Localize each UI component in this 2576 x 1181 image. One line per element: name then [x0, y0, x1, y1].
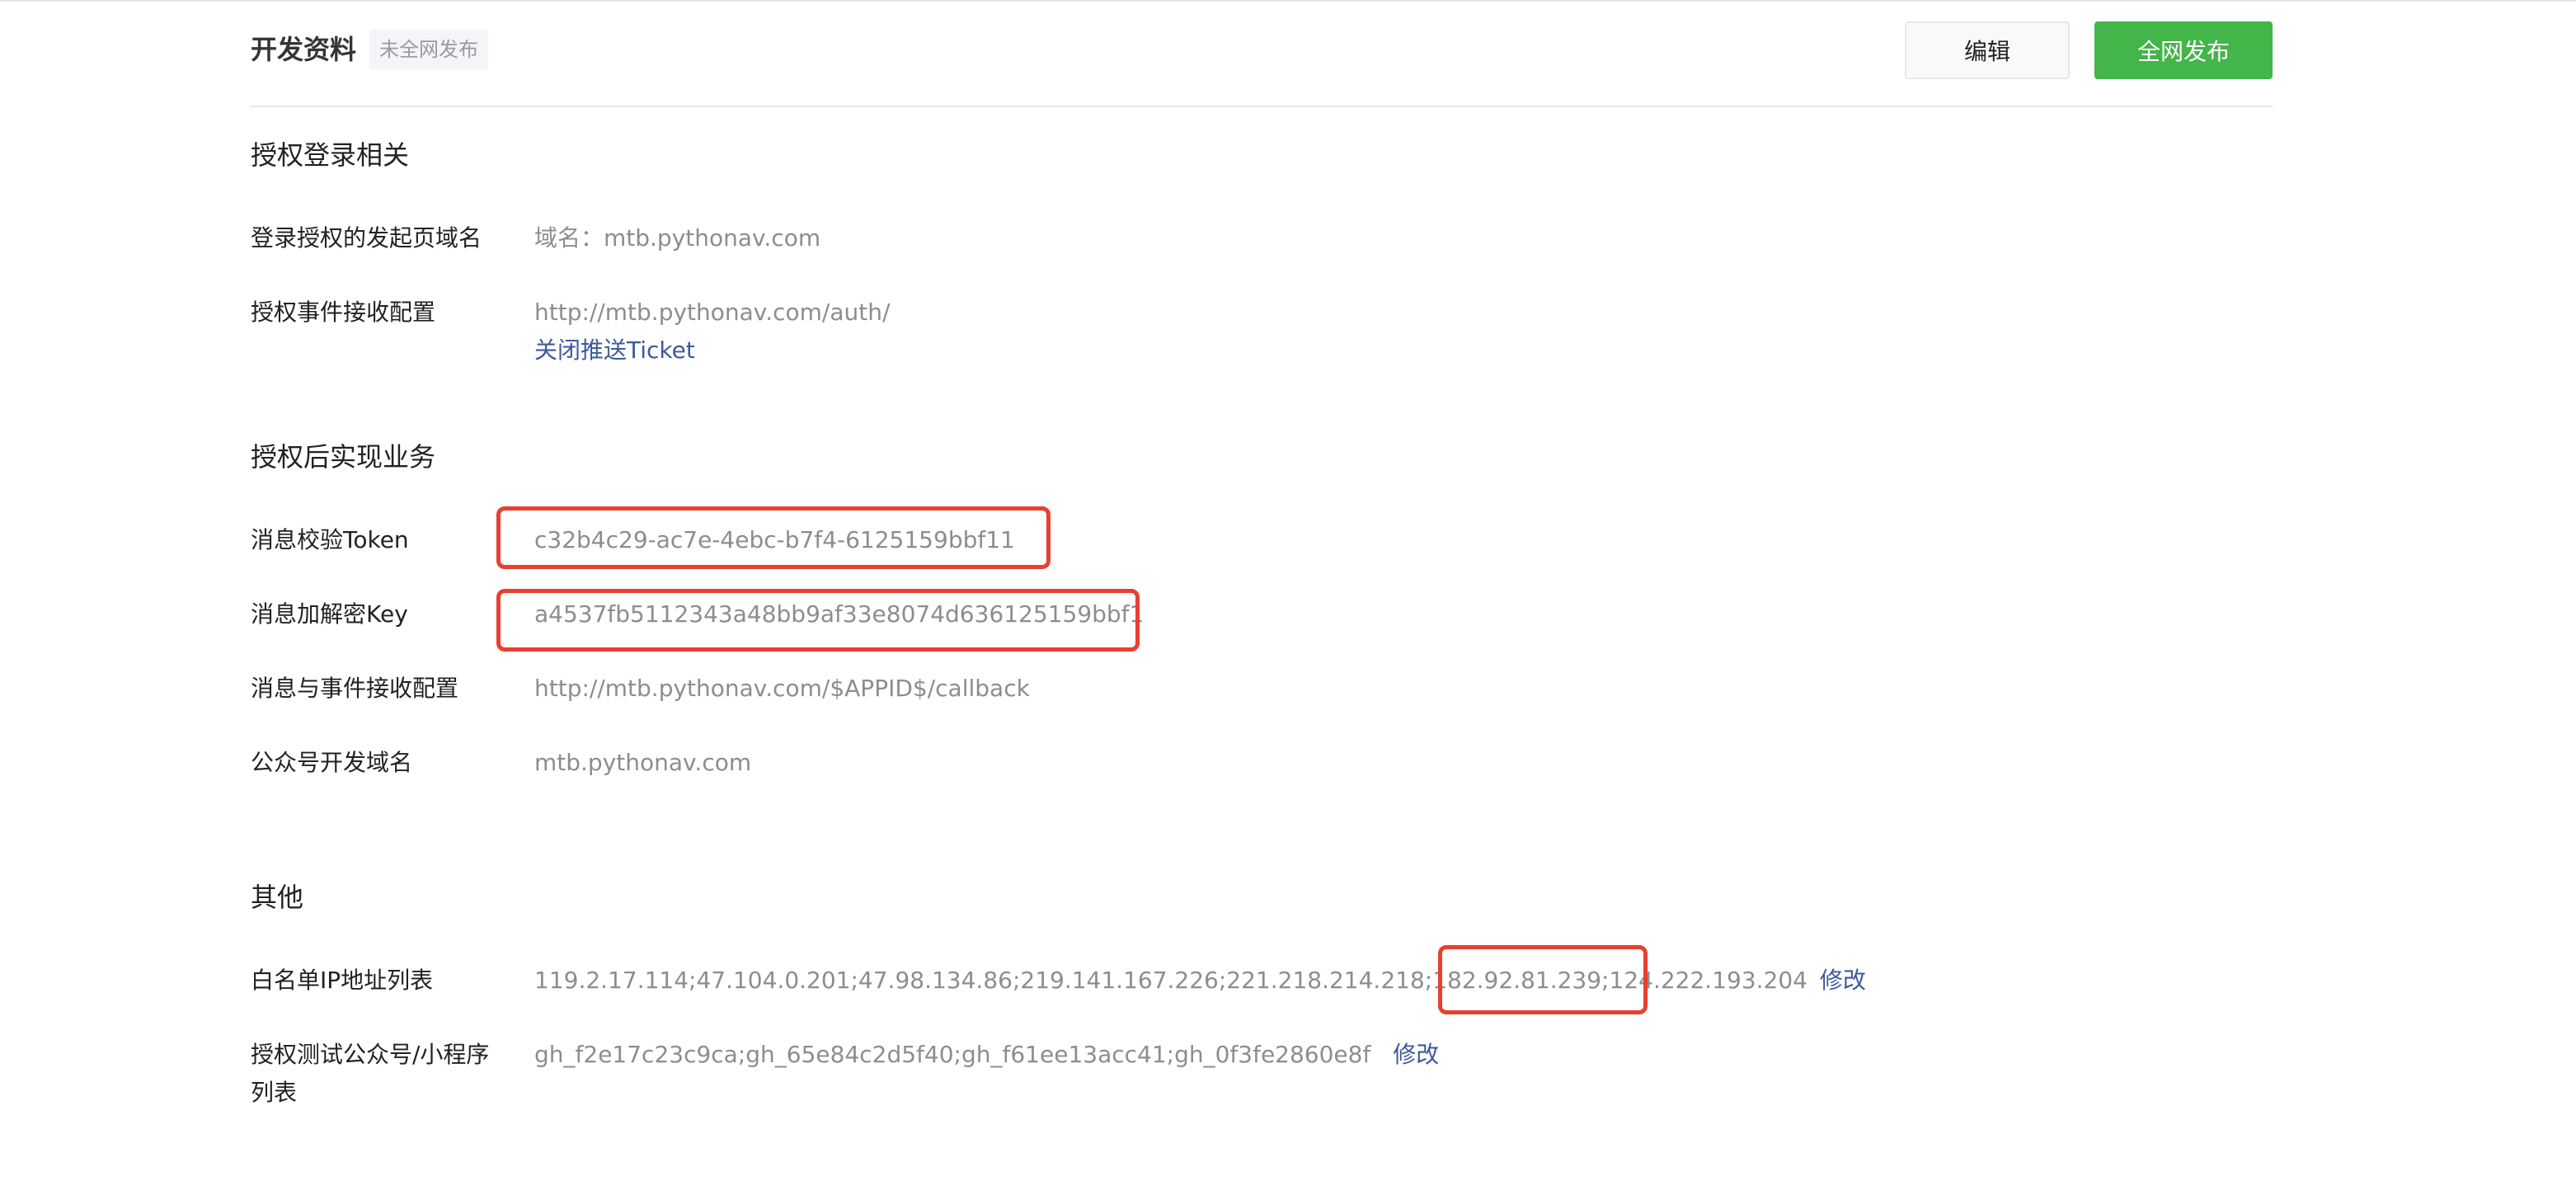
- dev-info-page: 开发资料 未全网发布 编辑 全网发布 授权登录相关 登录授权的发起页域名 域名：…: [251, 0, 2273, 1106]
- close-ticket-link[interactable]: 关闭推送Ticket: [534, 332, 695, 369]
- section-title-other: 其他: [251, 882, 304, 913]
- msg-config-label: 消息与事件接收配置: [251, 675, 459, 702]
- whitelist-label: 白名单IP地址列表: [251, 967, 434, 994]
- publish-button[interactable]: 全网发布: [2094, 21, 2273, 79]
- login-domain-value: 域名：mtb.pythonav.com: [534, 224, 821, 252]
- section-title-auth-business: 授权后实现业务: [251, 441, 436, 473]
- mp-domain-value: mtb.pythonav.com: [534, 749, 752, 776]
- key-label: 消息加解密Key: [251, 600, 408, 628]
- whitelist-edit-link[interactable]: 修改: [1820, 967, 1866, 994]
- page-title: 开发资料: [251, 34, 357, 65]
- section-title-auth-login: 授权登录相关: [251, 139, 410, 171]
- auth-event-label: 授权事件接收配置: [251, 299, 436, 326]
- test-accounts-label: 授权测试公众号/小程序列表: [251, 1041, 490, 1106]
- mp-domain-label: 公众号开发域名: [251, 749, 413, 776]
- whitelist-ips: 119.2.17.114;47.104.0.201;47.98.134.86;2…: [534, 967, 1610, 994]
- whitelist-ip-highlighted: 124.222.193.204: [1609, 967, 1807, 994]
- login-domain-label: 登录授权的发起页域名: [251, 224, 482, 252]
- test-accounts-edit-link[interactable]: 修改: [1393, 1041, 1439, 1068]
- whitelist-value: 119.2.17.114;47.104.0.201;47.98.134.86;2…: [534, 962, 1866, 1000]
- page-header: 开发资料 未全网发布 编辑 全网发布: [251, 0, 2273, 107]
- msg-config-value: http://mtb.pythonav.com/$APPID$/callback: [534, 675, 1030, 702]
- status-badge: 未全网发布: [369, 30, 488, 69]
- edit-button[interactable]: 编辑: [1905, 21, 2070, 79]
- auth-event-value: http://mtb.pythonav.com/auth/: [534, 299, 891, 326]
- token-label: 消息校验Token: [251, 526, 409, 553]
- token-value: c32b4c29-ac7e-4ebc-b7f4-6125159bbf11: [534, 526, 1015, 553]
- test-accounts-list: gh_f2e17c23c9ca;gh_65e84c2d5f40;gh_f61ee…: [534, 1041, 1371, 1068]
- key-value: a4537fb5112343a48bb9af33e8074d636125159b…: [534, 600, 1145, 628]
- test-accounts-value: gh_f2e17c23c9ca;gh_65e84c2d5f40;gh_f61ee…: [534, 1036, 1439, 1074]
